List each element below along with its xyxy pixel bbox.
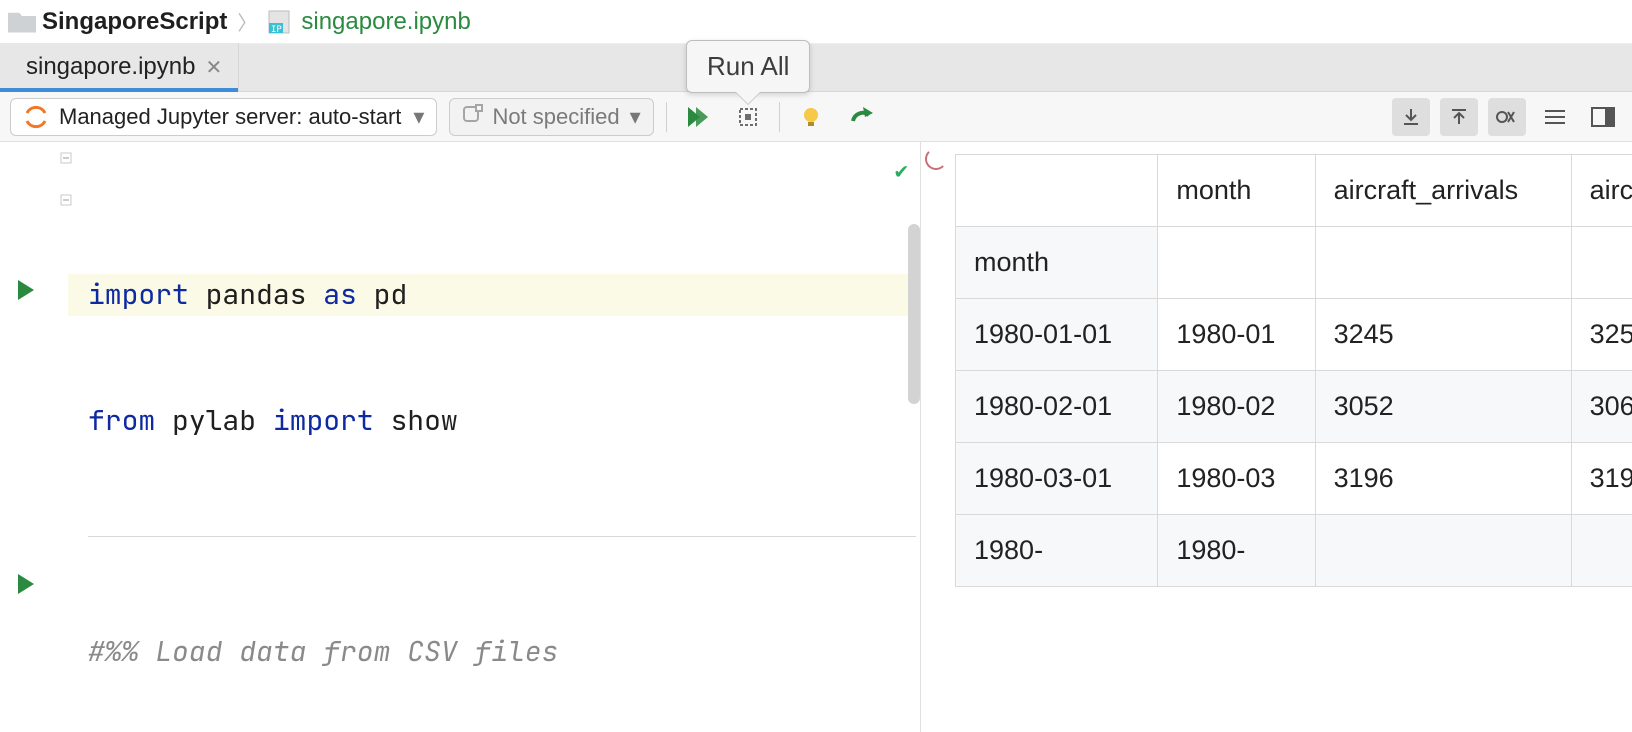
upload-button[interactable] xyxy=(1440,98,1478,136)
notebook-toolbar: Run All Managed Jupyter server: auto-sta… xyxy=(0,92,1632,142)
table-cell: 1980-03 xyxy=(1158,443,1315,515)
cell-divider xyxy=(88,536,916,537)
soft-wrap-button[interactable] xyxy=(1536,98,1574,136)
table-header xyxy=(1571,227,1632,299)
breadcrumb-project[interactable]: SingaporeScript xyxy=(42,8,227,36)
notebook-file-icon: IP xyxy=(267,10,295,34)
interpreter-label: Not specified xyxy=(492,104,619,130)
table-cell: 325 xyxy=(1571,299,1632,371)
run-cell-button[interactable] xyxy=(18,280,34,300)
table-row[interactable]: 1980-01-01 1980-01 3245 325 xyxy=(956,299,1632,371)
identifier: pandas xyxy=(206,276,307,313)
variables-button[interactable] xyxy=(1488,98,1526,136)
jupyter-server-select[interactable]: Managed Jupyter server: auto-start ▾ xyxy=(10,98,437,136)
download-button[interactable] xyxy=(1392,98,1430,136)
output-panel: month aircraft_arrivals aircr month 1980… xyxy=(920,142,1632,732)
check-ok-icon: ✔ xyxy=(895,150,908,192)
identifier: pd xyxy=(374,276,408,313)
tab-bar: IP singapore.ipynb ✕ xyxy=(0,44,1632,92)
index-cell: 1980- xyxy=(956,515,1158,587)
close-icon[interactable]: ✕ xyxy=(205,55,222,80)
svg-text:IP: IP xyxy=(271,25,282,34)
index-cell: 1980-01-01 xyxy=(956,299,1158,371)
table-cell: 1980- xyxy=(1158,515,1315,587)
table-cell: 3245 xyxy=(1315,299,1571,371)
jupyter-icon xyxy=(23,104,49,130)
table-cell: 1980-02 xyxy=(1158,371,1315,443)
editor-gutter xyxy=(0,142,68,732)
chevron-down-icon: ▾ xyxy=(413,104,424,130)
chevron-down-icon: ▾ xyxy=(630,104,641,130)
table-header: aircraft_arrivals xyxy=(1315,155,1571,227)
separator xyxy=(779,102,780,132)
table-header xyxy=(956,155,1158,227)
table-row[interactable]: 1980-03-01 1980-03 3196 319 xyxy=(956,443,1632,515)
index-label: month xyxy=(956,227,1158,299)
keyword: import xyxy=(88,276,189,313)
table-header xyxy=(1315,227,1571,299)
scrollbar-thumb[interactable] xyxy=(908,224,920,404)
table-header xyxy=(1158,227,1315,299)
breadcrumb-file[interactable]: singapore.ipynb xyxy=(301,8,470,36)
index-cell: 1980-02-01 xyxy=(956,371,1158,443)
main-split: ✔ import pandas as pd from pylab import … xyxy=(0,142,1632,732)
dataframe-table[interactable]: month aircraft_arrivals aircr month 1980… xyxy=(955,154,1632,587)
table-cell: 3196 xyxy=(1315,443,1571,515)
keyword: as xyxy=(323,276,357,313)
tab-singapore-ipynb[interactable]: IP singapore.ipynb ✕ xyxy=(0,43,239,91)
table-cell xyxy=(1571,515,1632,587)
intention-bulb-icon[interactable] xyxy=(792,98,830,136)
keyword: import xyxy=(273,402,374,439)
run-cell-button[interactable] xyxy=(18,574,34,594)
identifier: pylab xyxy=(172,402,256,439)
split-view-button[interactable] xyxy=(1584,98,1622,136)
table-header: aircr xyxy=(1571,155,1632,227)
comment: #%% Load data from CSV files xyxy=(88,633,558,670)
tooltip-label: Run All xyxy=(707,51,789,81)
table-cell xyxy=(1315,515,1571,587)
identifier: show xyxy=(390,402,457,439)
table-cell: 319 xyxy=(1571,443,1632,515)
code-editor[interactable]: ✔ import pandas as pd from pylab import … xyxy=(0,142,920,732)
folder-icon xyxy=(8,11,36,33)
keyword: from xyxy=(88,402,155,439)
table-cell: 3052 xyxy=(1315,371,1571,443)
separator xyxy=(666,102,667,132)
interpreter-select[interactable]: Not specified ▾ xyxy=(449,98,653,136)
python-env-icon xyxy=(462,103,484,131)
table-cell: 306 xyxy=(1571,371,1632,443)
tab-label: singapore.ipynb xyxy=(26,53,195,81)
sync-icon[interactable] xyxy=(842,98,880,136)
table-row[interactable]: 1980-02-01 1980-02 3052 306 xyxy=(956,371,1632,443)
chevron-right-icon: 〉 xyxy=(237,7,257,36)
jupyter-server-label: Managed Jupyter server: auto-start xyxy=(59,104,401,130)
run-all-button[interactable] xyxy=(679,98,717,136)
table-row[interactable]: 1980- 1980- xyxy=(956,515,1632,587)
code-area[interactable]: ✔ import pandas as pd from pylab import … xyxy=(68,142,920,732)
table-cell: 1980-01 xyxy=(1158,299,1315,371)
run-all-tooltip: Run All xyxy=(686,40,810,93)
breadcrumb: SingaporeScript 〉 IP singapore.ipynb xyxy=(0,0,1632,44)
index-cell: 1980-03-01 xyxy=(956,443,1158,515)
table-header: month xyxy=(1158,155,1315,227)
